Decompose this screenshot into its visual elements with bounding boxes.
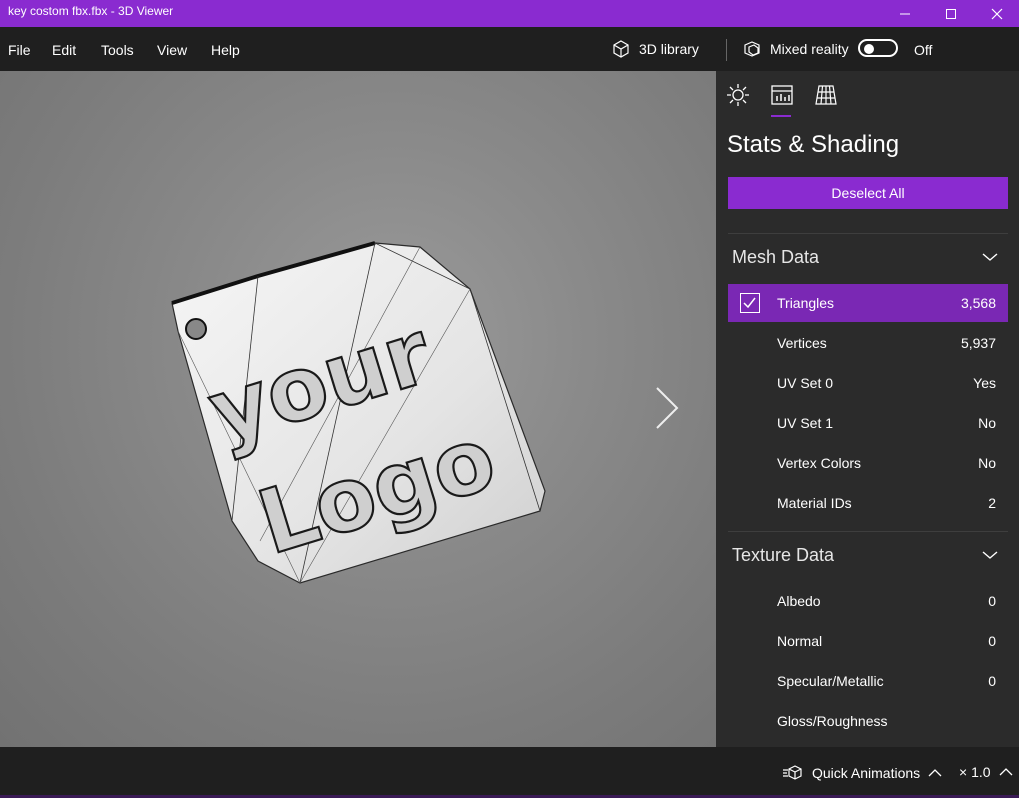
deselect-all-button[interactable]: Deselect All [728,177,1008,209]
3d-library-label: 3D library [639,41,699,57]
menu-view[interactable]: View [157,42,187,58]
speed-button[interactable]: × 1.0 [959,764,1013,780]
divider [728,531,1008,532]
chevron-right-icon[interactable] [652,385,682,431]
row-value: 3,568 [960,295,996,311]
chevron-up-icon [928,769,942,777]
maximize-button[interactable] [928,0,974,27]
mixed-reality-toggle[interactable] [858,39,898,57]
row-label: Normal [777,633,823,649]
mesh-row-vertices[interactable]: Vertices 5,937 [728,324,1008,362]
panel-title: Stats & Shading [727,131,900,158]
row-value: Yes [973,375,996,391]
menu-help[interactable]: Help [211,42,240,58]
texture-row-albedo[interactable]: Albedo 0 [728,582,1008,620]
quick-animations-label: Quick Animations [812,765,921,781]
row-label: Specular/Metallic [777,673,884,689]
row-label: Material IDs [777,495,852,511]
3d-viewport[interactable]: your Logo [0,71,716,747]
chevron-down-icon[interactable] [982,252,998,262]
checkbox[interactable] [740,293,760,313]
chevron-up-icon [999,768,1012,776]
row-label: Vertices [777,335,827,351]
speed-label: × 1.0 [959,764,991,780]
menu-tools[interactable]: Tools [101,42,134,58]
stats-panel: Stats & Shading Deselect All Mesh Data T… [716,71,1019,747]
toggle-knob [864,44,874,54]
minimize-icon [900,13,910,14]
row-value: 2 [988,495,996,511]
texture-row-normal[interactable]: Normal 0 [728,622,1008,660]
menu-edit[interactable]: Edit [52,42,76,58]
row-label: Gloss/Roughness [777,713,888,729]
row-value: 5,937 [960,335,996,351]
row-value: 0 [988,673,996,689]
grid-icon[interactable] [814,83,838,107]
row-label: UV Set 1 [777,415,834,431]
texture-row-gloss-roughness[interactable]: Gloss/Roughness [728,702,1008,740]
row-value: 0 [988,633,996,649]
mesh-row-material-ids[interactable]: Material IDs 2 [728,484,1008,522]
mixed-reality-icon [744,41,760,57]
close-icon [991,8,1003,19]
3d-library-button[interactable]: 3D library [611,39,699,59]
minimize-button[interactable] [882,0,928,27]
status-bar: Quick Animations × 1.0 [0,747,1019,798]
animation-icon [783,765,802,780]
menu-bar: File Edit Tools View Help 3D library Mix… [0,27,1019,71]
mixed-reality-label: Mixed reality [770,41,849,57]
row-value: No [978,455,996,471]
divider [728,233,1008,234]
menu-file[interactable]: File [8,42,31,58]
chevron-down-icon[interactable] [982,550,998,560]
row-label: Albedo [777,593,821,609]
quick-animations-button[interactable]: Quick Animations [782,764,942,782]
maximize-icon [946,8,956,19]
cube-icon [613,40,629,58]
mesh-row-uv-set-0[interactable]: UV Set 0 Yes [728,364,1008,402]
row-value: 0 [988,593,996,609]
stats-icon[interactable] [770,83,794,107]
title-bar: key costom fbx.fbx - 3D Viewer [0,0,1019,27]
mesh-row-triangles[interactable]: Triangles 3,568 [728,284,1008,322]
texture-row-specular-metallic[interactable]: Specular/Metallic 0 [728,662,1008,700]
mesh-data-header[interactable]: Mesh Data [732,247,819,268]
mesh-row-uv-set-1[interactable]: UV Set 1 No [728,404,1008,442]
row-value: No [978,415,996,431]
window-title: key costom fbx.fbx - 3D Viewer [8,4,174,18]
sun-icon[interactable] [726,83,750,107]
mixed-reality-button[interactable]: Mixed reality [742,39,849,59]
key-tag-model: your Logo [171,241,546,584]
row-label: Triangles [777,295,835,311]
3d-model[interactable]: your Logo [0,71,716,747]
checkmark-icon [743,297,756,309]
row-label: UV Set 0 [777,375,834,391]
toolbar-divider [726,39,727,61]
row-label: Vertex Colors [777,455,862,471]
mesh-row-vertex-colors[interactable]: Vertex Colors No [728,444,1008,482]
active-tab-indicator [771,115,791,117]
toggle-state-label: Off [914,42,933,58]
close-button[interactable] [974,0,1019,27]
texture-data-header[interactable]: Texture Data [732,545,834,566]
